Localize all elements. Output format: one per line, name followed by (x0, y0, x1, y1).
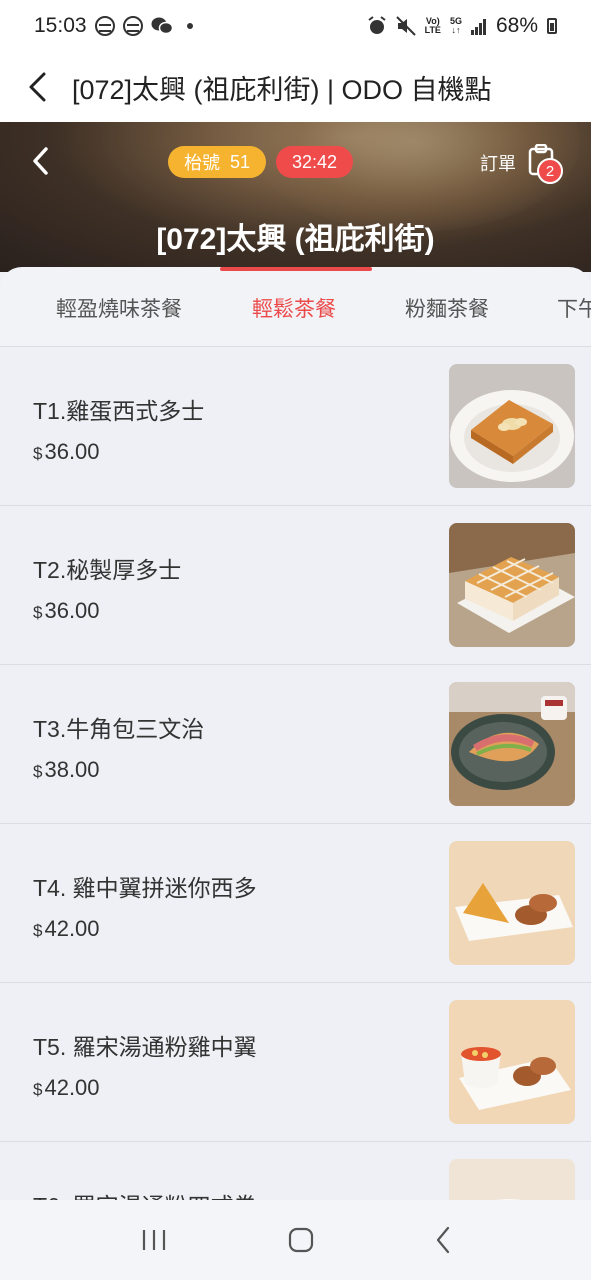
tab-noodle-set[interactable]: 粉麵茶餐 (405, 293, 489, 323)
recent-apps-icon[interactable] (141, 1228, 167, 1252)
store-name: [072]太興 (祖庇利街) (156, 223, 435, 256)
menu-item[interactable]: T3.牛角包三文治 $38.00 (0, 665, 591, 824)
volte-icon: Vo) LTE (424, 16, 441, 35)
tab-afternoon[interactable]: 下午 (557, 293, 591, 323)
item-image[interactable] (449, 1159, 575, 1200)
category-tabs: 輕盈燒味茶餐 輕鬆茶餐 粉麵茶餐 下午 (0, 267, 591, 347)
timer-value: 32:42 (292, 151, 338, 172)
wechat-icon (151, 17, 173, 35)
mute-icon (395, 16, 416, 36)
table-number-label: 枱號 (184, 153, 220, 173)
menu-item[interactable]: T1.雞蛋西式多士 $36.00 (0, 347, 591, 506)
item-image[interactable] (449, 523, 575, 647)
item-image[interactable] (449, 1000, 575, 1124)
app-title: [072]太興 (祖庇利街) | ODO 自機點 (72, 74, 492, 105)
item-image[interactable] (449, 682, 575, 806)
table-number-badge: 枱號 51 (168, 146, 267, 178)
home-icon[interactable] (288, 1227, 314, 1253)
item-price: $36.00 (33, 439, 100, 464)
tab-relax-set[interactable]: 輕鬆茶餐 (252, 293, 336, 323)
battery-icon (547, 18, 557, 34)
notification-icon (94, 16, 115, 36)
app-bar: [072]太興 (祖庇利街) | ODO 自機點 (0, 52, 591, 122)
header-back-icon[interactable] (28, 144, 54, 178)
item-name: T3.牛角包三文治 (33, 716, 205, 742)
item-price: $42.00 (33, 916, 100, 941)
more-notifications-dot (186, 23, 193, 29)
status-time: 15:03 (34, 14, 87, 37)
network-5g-icon: 5G ↓↑ (449, 16, 462, 35)
system-nav-bar (0, 1200, 591, 1280)
order-count-badge: 2 (537, 158, 563, 184)
menu-list[interactable]: T1.雞蛋西式多士 $36.00 T2.秘製厚多士 $36.00 T3.牛角包三… (0, 347, 591, 1200)
item-price: $36.00 (33, 598, 100, 623)
item-image[interactable] (449, 364, 575, 488)
menu-item[interactable]: T5. 羅宋湯通粉雞中翼 $42.00 (0, 983, 591, 1142)
item-name: T1.雞蛋西式多士 (33, 398, 205, 424)
signal-icon (470, 19, 486, 35)
item-price: $42.00 (33, 1075, 100, 1100)
alarm-icon (368, 16, 386, 34)
table-number-value: 51 (230, 151, 251, 172)
tab-light-roast-set[interactable]: 輕盈燒味茶餐 (56, 293, 182, 323)
item-name: T2.秘製厚多士 (33, 557, 182, 583)
menu-item[interactable]: T6. 羅宋湯通粉四式卷 (0, 1142, 591, 1200)
menu-item[interactable]: T2.秘製厚多士 $36.00 (0, 506, 591, 665)
timer-badge: 32:42 (276, 146, 354, 178)
notification-icon (122, 16, 143, 36)
status-bar: 15:03 Vo) LTE 5G ↓↑ 68% (0, 0, 591, 52)
item-price: $38.00 (33, 757, 100, 782)
menu-item[interactable]: T4. 雞中翼拼迷你西多 $42.00 (0, 824, 591, 983)
back-arrow-icon (29, 72, 46, 102)
item-image[interactable] (449, 841, 575, 965)
back-button[interactable] (22, 67, 52, 107)
item-name: T6. 羅宋湯通粉四式卷 (33, 1187, 257, 1200)
battery-percent: 68% (495, 14, 538, 37)
store-header: 枱號 51 32:42 訂單 2 [072]太興 (祖庇利街) (0, 122, 591, 272)
item-name: T4. 雞中翼拼迷你西多 (33, 875, 257, 901)
order-label[interactable]: 訂單 (480, 150, 516, 176)
system-back-icon[interactable] (435, 1226, 451, 1254)
item-name: T5. 羅宋湯通粉雞中翼 (33, 1034, 257, 1060)
active-tab-indicator (220, 267, 372, 271)
